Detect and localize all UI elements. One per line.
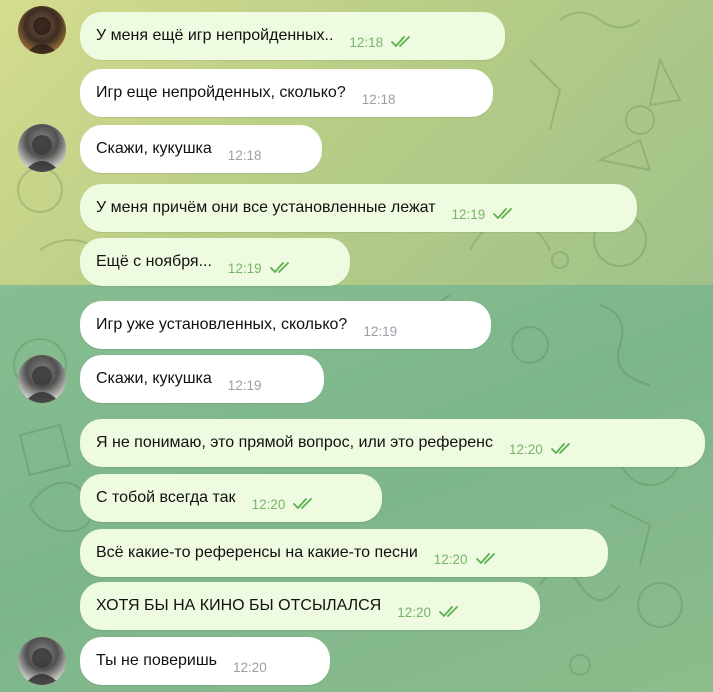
message-time: 12:18	[349, 34, 384, 50]
message-text: Ещё с ноября...	[96, 253, 212, 270]
message-time: 12:20	[508, 441, 543, 457]
message-meta: 12:20	[434, 552, 500, 567]
avatar[interactable]	[18, 637, 66, 685]
message-time: 12:18	[227, 147, 262, 163]
message-time: 12:20	[251, 496, 286, 512]
message-meta: 12:19	[228, 261, 294, 276]
message-text: С тобой всегда так	[96, 489, 236, 506]
message-meta: 12:19	[452, 207, 518, 222]
message-text: Я не понимаю, это прямой вопрос, или это…	[96, 434, 493, 451]
double-check-icon	[391, 36, 411, 47]
message-bubble-outgoing[interactable]: Ещё с ноября... 12:19	[80, 238, 350, 286]
message-bubble-outgoing[interactable]: ХОТЯ БЫ НА КИНО БЫ ОТСЫЛАЛСЯ 12:20	[80, 582, 540, 630]
message-text: Ты не поверишь	[96, 652, 217, 669]
message-time: 12:18	[361, 91, 396, 107]
message-meta: 12:18	[362, 92, 396, 107]
message-bubble-outgoing[interactable]: Всё какие-то референсы на какие-то песни…	[80, 529, 608, 577]
double-check-icon	[475, 553, 495, 564]
message-bubble-incoming[interactable]: Скажи, кукушка 12:18	[80, 125, 322, 173]
double-check-icon	[269, 262, 289, 273]
message-meta: 12:19	[363, 324, 397, 339]
message-bubble-outgoing[interactable]: Я не понимаю, это прямой вопрос, или это…	[80, 419, 705, 467]
message-meta: 12:19	[228, 378, 262, 393]
message-meta: 12:20	[397, 605, 463, 620]
avatar[interactable]	[18, 124, 66, 172]
message-time: 12:20	[433, 551, 468, 567]
message-bubble-incoming[interactable]: Ты не поверишь 12:20	[80, 637, 330, 685]
message-text: Скажи, кукушка	[96, 140, 212, 157]
message-time: 12:19	[363, 323, 398, 339]
avatar-icon	[24, 648, 60, 685]
message-meta: 12:18	[228, 148, 262, 163]
message-bubble-incoming[interactable]: Игр еще непройденных, сколько? 12:18	[80, 69, 493, 117]
message-time: 12:19	[227, 377, 262, 393]
message-bubble-outgoing[interactable]: С тобой всегда так 12:20	[80, 474, 382, 522]
avatar-icon	[26, 17, 58, 54]
message-meta: 12:20	[509, 442, 575, 457]
message-time: 12:20	[397, 604, 432, 620]
double-check-icon	[550, 443, 570, 454]
message-time: 12:19	[451, 206, 486, 222]
message-time: 12:19	[227, 260, 262, 276]
avatar-icon	[24, 366, 60, 403]
message-bubble-incoming[interactable]: Скажи, кукушка 12:19	[80, 355, 324, 403]
message-text: Всё какие-то референсы на какие-то песни	[96, 544, 418, 561]
message-meta: 12:20	[233, 660, 267, 675]
message-text: Игр уже установленных, сколько?	[96, 316, 348, 333]
message-bubble-outgoing[interactable]: У меня ещё игр непройденных.. 12:18	[80, 12, 505, 60]
message-time: 12:20	[232, 659, 267, 675]
avatar-icon	[24, 135, 60, 172]
message-meta: 12:20	[252, 497, 318, 512]
message-text: У меня ещё игр непройденных..	[96, 27, 334, 44]
double-check-icon	[293, 498, 313, 509]
avatar[interactable]	[18, 355, 66, 403]
message-text: Игр еще непройденных, сколько?	[96, 84, 346, 101]
avatar[interactable]	[18, 6, 66, 54]
message-text: У меня причём они все установленные лежа…	[96, 199, 436, 216]
message-bubble-outgoing[interactable]: У меня причём они все установленные лежа…	[80, 184, 637, 232]
message-text: ХОТЯ БЫ НА КИНО БЫ ОТСЫЛАЛСЯ	[96, 597, 382, 614]
double-check-icon	[439, 606, 458, 617]
message-meta: 12:18	[349, 35, 415, 50]
message-bubble-incoming[interactable]: Игр уже установленных, сколько? 12:19	[80, 301, 491, 349]
double-check-icon	[493, 208, 513, 219]
message-text: Скажи, кукушка	[96, 370, 212, 387]
